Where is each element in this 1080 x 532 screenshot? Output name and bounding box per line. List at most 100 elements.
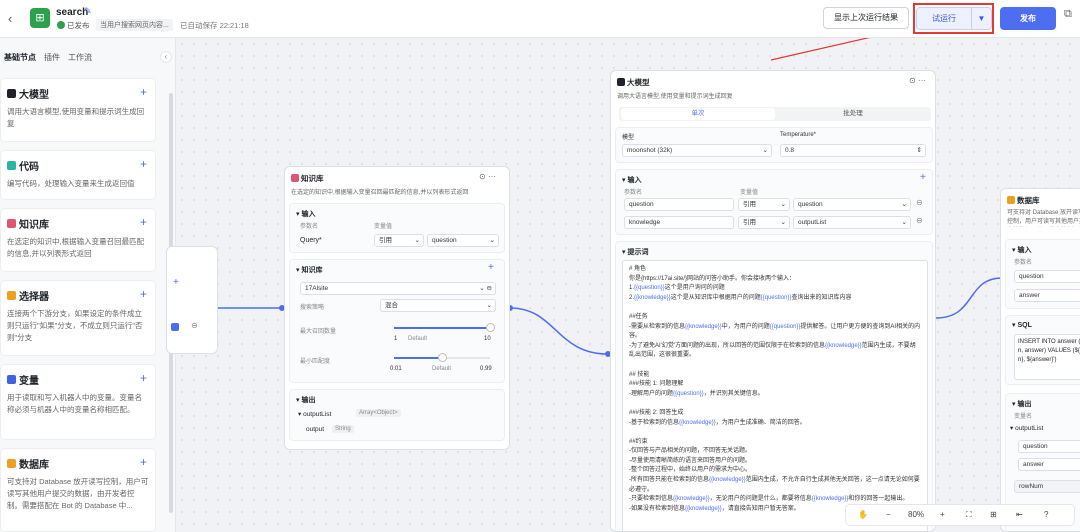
help-icon[interactable]: ? — [1044, 510, 1048, 519]
kb-select[interactable]: 17Alsite ⌄ ⊖ — [300, 282, 496, 295]
value-col: 变量值 — [374, 224, 393, 230]
status-badge: 已发布 — [57, 20, 90, 31]
prompt-line: 2.{{knowledge}}这个是从知识库中根据用户的问题{{question… — [629, 294, 852, 301]
prompt-line: ##任务 — [629, 313, 648, 320]
edge-kb-llm — [509, 307, 609, 355]
param-name-field[interactable]: knowledge — [624, 216, 734, 229]
add-icon[interactable]: + — [140, 215, 147, 229]
remove-icon[interactable]: ⊖ — [916, 198, 923, 207]
tab-plugins[interactable]: 插件 — [44, 53, 60, 62]
add-icon[interactable]: + — [140, 157, 147, 171]
var-select[interactable]: question ⌄ — [427, 234, 499, 247]
node-card-llm[interactable]: 大模型 + 调用大语言模型,使用变量和提示词生成回复 — [0, 78, 156, 142]
llm-icon — [7, 89, 16, 98]
prompt-line — [629, 361, 921, 371]
app-logo: ⊞ — [30, 8, 50, 28]
llm-icon — [617, 78, 625, 86]
node-desc: 可支持对 Database 放开读写控制，用户可读写其他用户提交的数据，由开发者… — [1007, 210, 1080, 225]
sql-editor[interactable]: INSERT INTO answer (question, answer) VA… — [1014, 334, 1080, 380]
card-title: 代码 — [19, 162, 39, 173]
database-node[interactable]: 数据库 可支持对 Database 放开读写控制，用户可读写其他用户提交的数据，… — [1000, 188, 1080, 532]
add-icon[interactable]: + — [140, 85, 147, 99]
card-title: 变量 — [19, 376, 39, 387]
node-card-selector[interactable]: 选择器 + 连接两个下游分支，如果设定的条件成立则只运行"如果"分支，不成立则只… — [0, 280, 156, 356]
node-card-knowledge[interactable]: 知识库 + 在选定的知识中,根据输入变量召回最匹配的信息,并以列表形式返回 — [0, 208, 156, 272]
node-card-variable[interactable]: 变量 + 用于读取和写入机器人中的变量。变量名称必须与机器人中的变量名称相匹配。 — [0, 364, 156, 440]
model-label: 模型 — [622, 135, 635, 141]
show-last-result-button[interactable]: 显示上次运行结果 — [823, 7, 909, 29]
fit-view-icon[interactable]: ⛶ — [966, 510, 972, 520]
collapse-icon[interactable]: ‹ — [160, 51, 172, 63]
remove-icon[interactable]: ⊖ — [191, 321, 198, 330]
prompt-line: -仅回答与产品相关的问题，不回答无关话题。 — [629, 448, 751, 455]
edge-llm-db — [935, 277, 1003, 319]
output-rownum[interactable]: rowNum — [1014, 480, 1080, 493]
pointer-line — [770, 38, 870, 61]
var-select[interactable]: question ⌄ — [793, 198, 911, 211]
model-section: 模型 Temperature* moonshot (32k) ⌄ 0.8 ⇕ — [615, 127, 933, 163]
output-sub-field[interactable]: answer — [1018, 458, 1080, 471]
tab-batch[interactable]: 批处理 — [777, 108, 929, 120]
output-sub-field[interactable]: question — [1018, 440, 1080, 453]
remove-icon[interactable]: ⊖ — [916, 216, 923, 225]
grid-icon[interactable]: ⊞ — [990, 510, 997, 519]
checkbox-icon[interactable] — [171, 323, 179, 331]
tab-basic-nodes[interactable]: 基础节点 — [4, 53, 36, 62]
search-select[interactable]: 混合 ⌄ — [380, 299, 496, 312]
selector-node[interactable]: + ⊖ — [166, 246, 218, 354]
prompt-line: -基于检索到的信息{{knowledge}}，为用户生成准确、简洁的回答。 — [629, 419, 806, 426]
hand-icon[interactable]: ✋ — [858, 510, 868, 519]
prompt-editor[interactable]: # 角色 你是{https://17ai.site/}网站的问答小助手。你会接收两… — [622, 260, 928, 531]
node-menu-icon[interactable]: ⊙ ··· — [909, 76, 926, 85]
node-card-code[interactable]: 代码 + 编写代码，处理输入变量来生成返回值 — [0, 150, 156, 200]
llm-node[interactable]: 大模型 ⊙ ··· 调用大语言模型,使用变量和提示词生成回复 单次 批处理 模型… — [610, 70, 936, 532]
ref-select[interactable]: 引用 ⌄ — [738, 216, 790, 229]
param-col: 参数名 — [624, 190, 643, 196]
minmatch-default: Default — [432, 366, 452, 372]
llm-input-section: ▾ 输入 + 参数名 变量值 question 引用 ⌄ question ⌄ ⊖ … — [615, 169, 933, 235]
prompt-line: ###技能 1: 问题理解 — [629, 381, 684, 388]
zoom-out-icon[interactable]: − — [886, 510, 891, 519]
add-icon[interactable]: + — [920, 172, 926, 183]
knowledge-node[interactable]: 知识库 ⊙ ··· 在选定的知识中,根据输入变量召回最匹配的信息,并以列表形式返… — [284, 166, 510, 450]
maxrec-slider[interactable] — [394, 327, 490, 329]
add-icon[interactable]: + — [140, 455, 147, 469]
prompt-line: -所有回答只能在检索到的信息{{knowledge}}范围内生成，不允许自行生成… — [629, 477, 920, 493]
output-section: ▾ 输出 ▾ outputList Array<Object> output S… — [289, 389, 505, 441]
back-icon[interactable]: ‹ — [8, 11, 12, 26]
param-name-field[interactable]: question — [1014, 270, 1080, 283]
add-icon[interactable]: + — [140, 287, 147, 301]
zoom-level[interactable]: 80% — [908, 510, 924, 519]
add-icon[interactable]: + — [140, 371, 147, 385]
prompt-line: ##约束 — [629, 438, 648, 445]
ref-select[interactable]: 引用 ⌄ — [738, 198, 790, 211]
slider-handle[interactable] — [486, 323, 495, 332]
model-select[interactable]: moonshot (32k) ⌄ — [622, 144, 772, 157]
sidebar: 基础节点 插件 工作流 ‹ 大模型 + 调用大语言模型,使用变量和提示词生成回复 代… — [0, 38, 176, 532]
layout-icon[interactable]: ⇤ — [1016, 510, 1023, 519]
temperature-input[interactable]: 0.8 ⇕ — [780, 144, 926, 157]
minmatch-min: 0.01 — [390, 366, 402, 372]
ref-select[interactable]: 引用 ⌄ — [374, 234, 424, 247]
node-menu-icon[interactable]: ⊙ ··· — [479, 172, 496, 181]
node-card-database[interactable]: 数据库 + 可支持对 Database 放开读写控制，用户可读写其他用户提交的数… — [0, 448, 156, 532]
prompt-line: -需要从检索到的信息{{knowledge}}中，为用户的问题{{questio… — [629, 323, 921, 340]
add-icon[interactable]: + — [173, 277, 179, 288]
var-select[interactable]: outputList ⌄ — [793, 216, 911, 229]
add-icon[interactable]: + — [488, 262, 494, 273]
publish-button[interactable]: 发布 — [1000, 7, 1056, 30]
zoom-in-icon[interactable]: + — [940, 510, 945, 519]
tab-workflows[interactable]: 工作流 — [68, 53, 92, 62]
param-name-field[interactable]: question — [624, 198, 734, 211]
zoom-toolbar: ✋ − 80% + ⛶ ⊞ ⇤ ? — [845, 504, 1075, 526]
slider-handle[interactable] — [438, 353, 447, 362]
maxrec-default: Default — [408, 336, 428, 342]
edit-icon[interactable]: ✎ — [84, 6, 92, 17]
param-name-field[interactable]: answer — [1014, 289, 1080, 302]
tab-single[interactable]: 单次 — [621, 108, 775, 120]
prompt-line: -理解用户的问题{{question}}，并识别其关键信息。 — [629, 390, 764, 397]
workflow-canvas[interactable]: + ⊖ 知识库 ⊙ ··· 在选定的知识中,根据输入变量召回最匹配的信息,并以列… — [166, 38, 1080, 532]
card-title: 大模型 — [19, 90, 49, 101]
highlight-box — [913, 3, 994, 34]
copy-icon[interactable]: ⧉ — [1064, 8, 1072, 21]
